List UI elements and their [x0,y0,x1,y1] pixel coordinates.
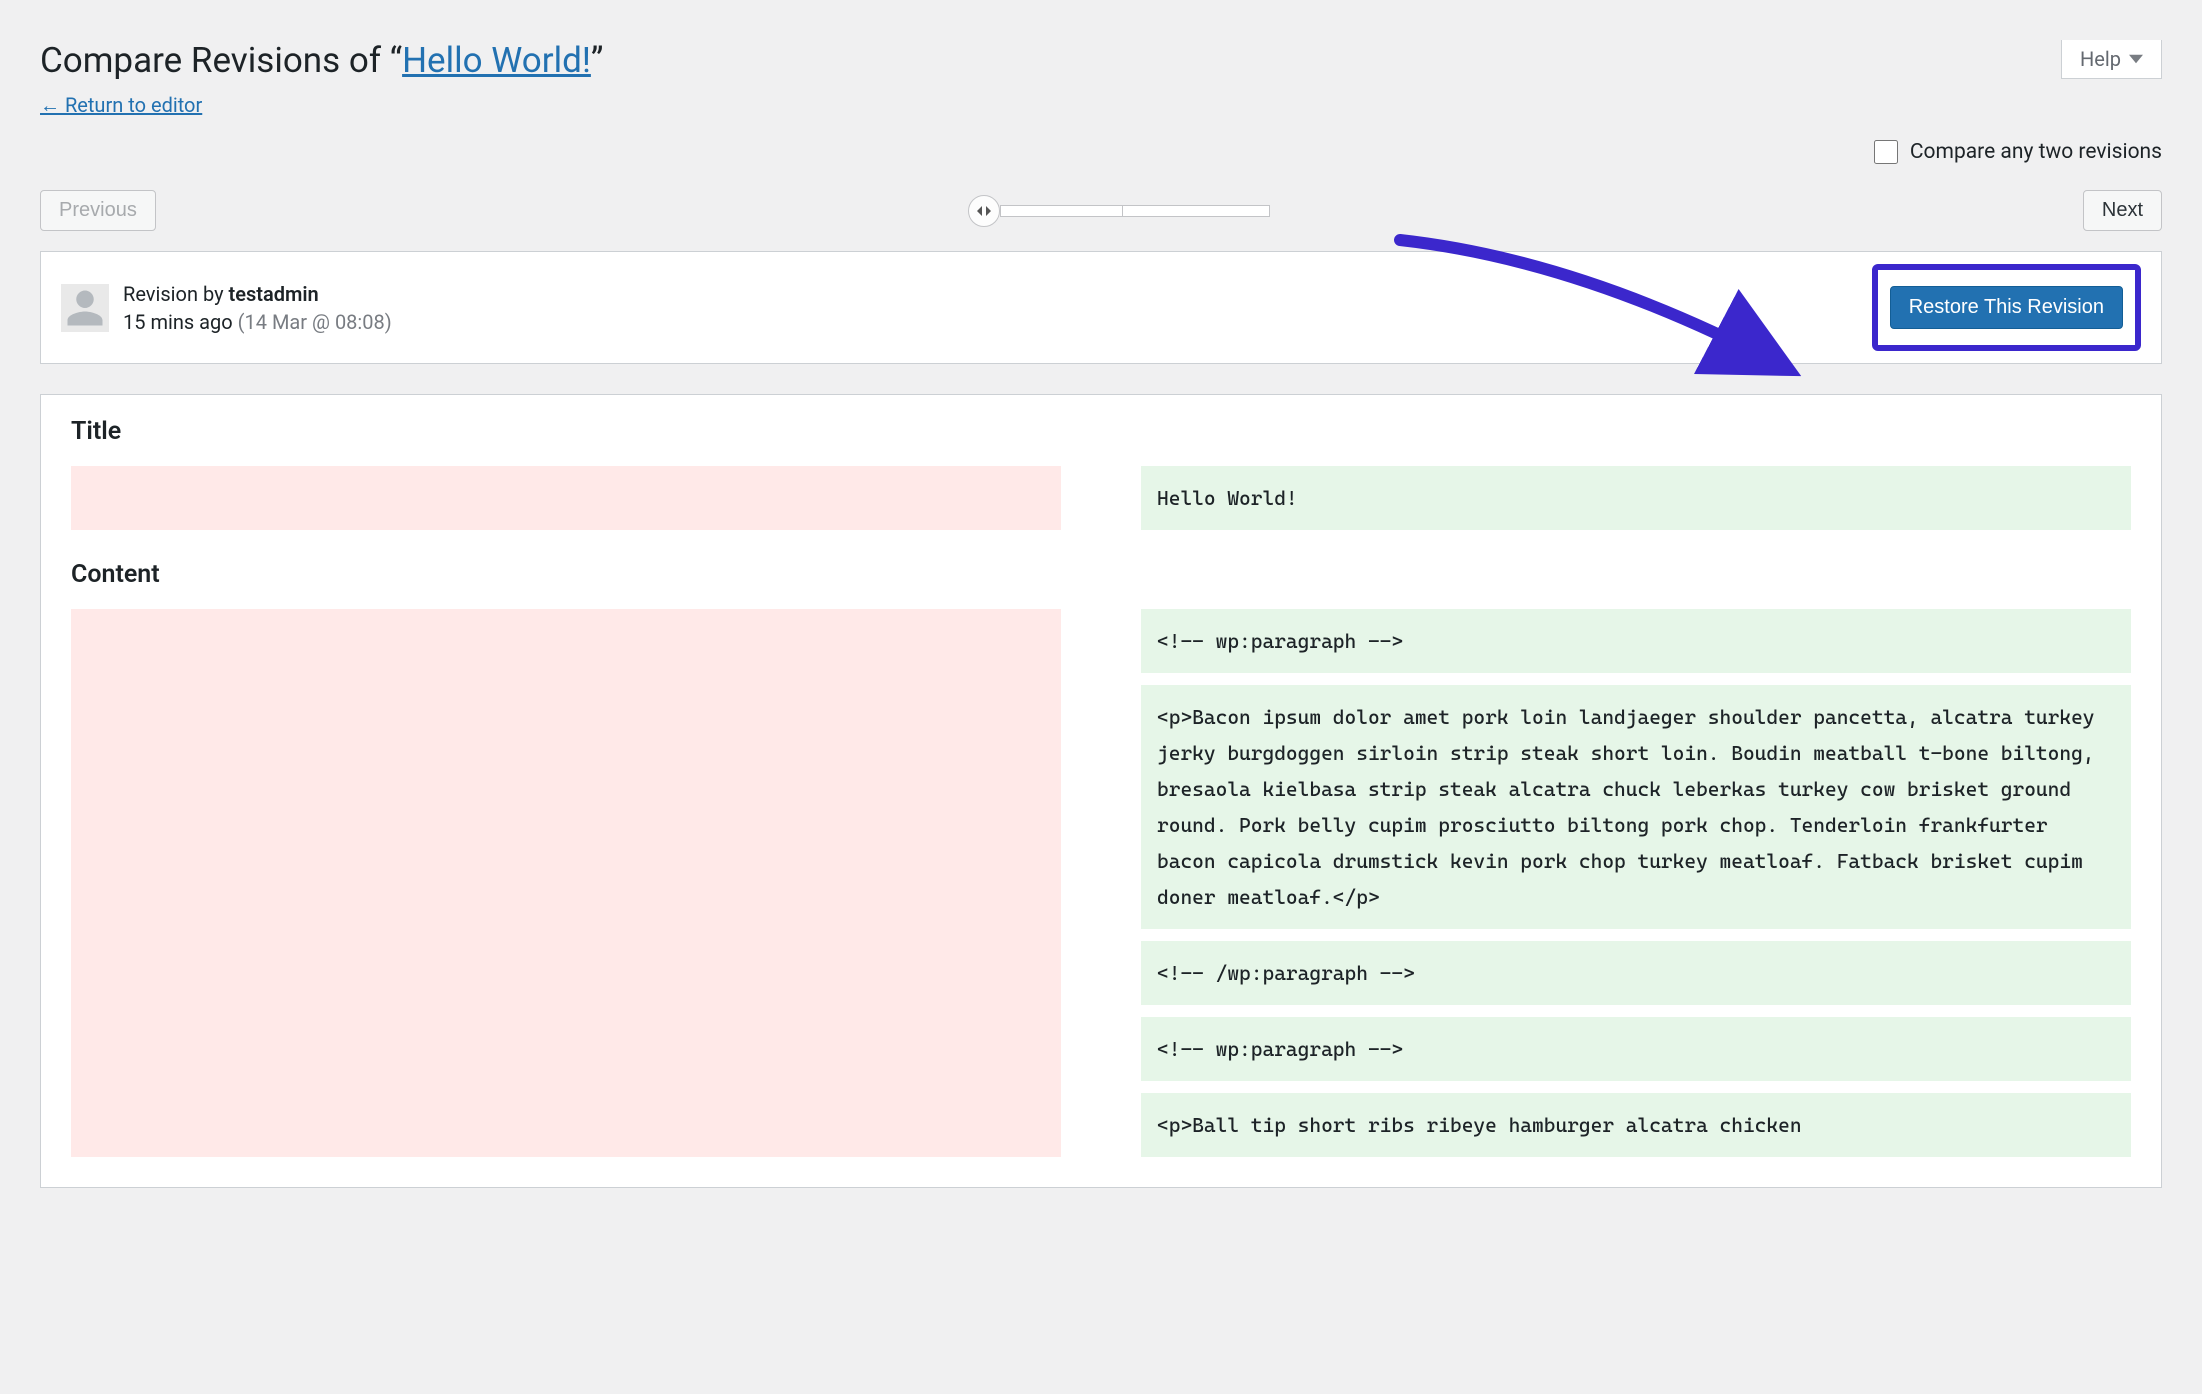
content-added-block: <!-- wp:paragraph --> [1141,609,2131,673]
revision-info-bar: Revision by testadmin 15 mins ago (14 Ma… [40,251,2162,364]
diff-content-heading: Content [71,560,2131,589]
diff-title-heading: Title [71,417,2131,446]
page-title-prefix: Compare Revisions of “ [40,40,402,81]
diff-panel: Title Hello World! Content <!-- wp:parag… [40,394,2162,1188]
content-added-block: <!-- /wp:paragraph --> [1141,941,2131,1005]
compare-any-two-checkbox[interactable] [1874,140,1898,164]
revision-time-ago: 15 mins ago [123,310,233,334]
previous-button[interactable]: Previous [40,190,156,231]
chevron-down-icon [2129,52,2143,66]
avatar [61,284,109,332]
restore-this-revision-button[interactable]: Restore This Revision [1890,286,2123,329]
content-removed-col [71,609,1061,1157]
return-to-editor-link[interactable]: ← Return to editor [40,93,202,118]
help-label: Help [2080,47,2121,71]
revision-by-label: Revision by [123,282,229,306]
revision-meta: Revision by testadmin 15 mins ago (14 Ma… [123,280,392,336]
content-added-block: <p>Ball tip short ribs ribeye hamburger … [1141,1093,2131,1157]
title-added: Hello World! [1141,466,2131,530]
help-tab[interactable]: Help [2061,40,2162,79]
content-removed-block [71,609,1061,1157]
post-title-link[interactable]: Hello World! [402,40,591,81]
revision-author: testadmin [229,282,319,306]
content-added-block: <p>Bacon ipsum dolor amet pork loin land… [1141,685,2131,929]
compare-any-two-label: Compare any two revisions [1910,140,2162,164]
revision-timestamp: (14 Mar @ 08:08) [238,310,392,334]
next-button[interactable]: Next [2083,190,2162,231]
content-added-block: <!-- wp:paragraph --> [1141,1017,2131,1081]
slider-handle[interactable] [968,195,1000,227]
page-title: Compare Revisions of “Hello World!” [40,40,2162,81]
restore-highlight-box: Restore This Revision [1872,264,2141,351]
slider-track[interactable] [1000,205,1270,217]
page-title-suffix: ” [591,40,604,81]
title-removed [71,466,1061,530]
content-added-col: <!-- wp:paragraph --> <p>Bacon ipsum dolo… [1141,609,2131,1157]
revision-slider[interactable] [968,195,1270,227]
slider-arrows-icon [977,206,991,216]
user-icon [64,287,106,329]
